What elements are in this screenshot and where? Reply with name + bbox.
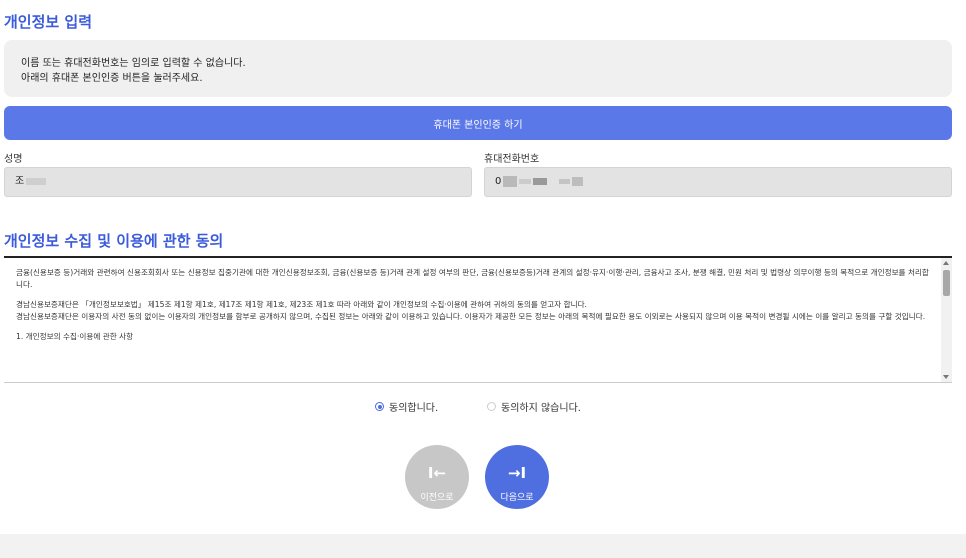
terms-scroll-box[interactable]: 금융(신용보증 등)거래와 관련하여 신용조회회사 또는 신용정보 집중기관에 … (4, 256, 952, 383)
scroll-up-arrow-icon[interactable] (943, 261, 949, 265)
name-field[interactable]: 조 (4, 167, 472, 197)
scrollbar-thumb[interactable] (943, 270, 950, 296)
arrow-right-bar-icon: →I (507, 463, 527, 482)
agree-radio-option[interactable]: 동의합니다. (375, 399, 438, 414)
notice-line-1: 이름 또는 휴대전화번호는 임의로 입력할 수 없습니다. (21, 58, 246, 69)
phone-verification-button[interactable]: 휴대폰 본인인증 하기 (4, 106, 952, 140)
name-value: 조 (15, 176, 25, 187)
redacted-phone-mask-2 (519, 178, 532, 184)
name-label: 성명 (4, 154, 23, 165)
terms-paragraph-2: 경남신용보증재단은 「개인정보보호법」 제15조 제1항 제1호, 제17조 제… (16, 299, 934, 322)
next-button[interactable]: →I 다음으로 (485, 445, 549, 509)
redacted-name-mask (26, 177, 47, 185)
disagree-radio-label: 동의하지 않습니다. (501, 403, 581, 414)
previous-button[interactable]: I← 이전으로 (405, 445, 469, 509)
identity-notice: 이름 또는 휴대전화번호는 임의로 입력할 수 없습니다. 아래의 휴대폰 본인… (4, 40, 952, 97)
redacted-phone-mask-1 (503, 175, 518, 187)
agree-radio-button[interactable] (375, 402, 384, 411)
terms-paragraph-2-line-1: 경남신용보증재단은 「개인정보보호법」 제15조 제1항 제1호, 제17조 제… (16, 300, 587, 309)
personal-info-title: 개인정보 입력 (4, 13, 93, 31)
footer-band (0, 534, 966, 558)
notice-line-2: 아래의 휴대폰 본인인증 버튼을 눌러주세요. (21, 73, 203, 84)
terms-content: 금융(신용보증 등)거래와 관련하여 신용조회회사 또는 신용정보 집중기관에 … (16, 267, 934, 352)
next-button-label: 다음으로 (500, 492, 534, 503)
consent-title: 개인정보 수집 및 이용에 관한 동의 (4, 232, 224, 250)
arrow-left-bar-icon: I← (427, 463, 447, 482)
phone-value: 0 (495, 176, 502, 187)
redacted-phone-mask-5 (572, 176, 584, 186)
redacted-phone-mask-4 (559, 178, 571, 184)
terms-paragraph-2-line-2: 경남신용보증재단은 이용자의 사전 동의 없이는 이용자의 개인정보를 함부로 … (16, 311, 926, 321)
disagree-radio-button[interactable] (487, 402, 496, 411)
redacted-phone-mask-3 (533, 177, 548, 185)
terms-paragraph-3: 1. 개인정보의 수집·이용에 관한 사항 (16, 332, 134, 341)
previous-button-label: 이전으로 (420, 492, 454, 503)
agree-radio-label: 동의합니다. (389, 403, 439, 414)
terms-paragraph-1: 금융(신용보증 등)거래와 관련하여 신용조회회사 또는 신용정보 집중기관에 … (16, 268, 929, 289)
terms-scrollbar[interactable] (941, 258, 952, 382)
phone-label: 휴대전화번호 (484, 154, 540, 165)
scroll-down-arrow-icon[interactable] (943, 375, 949, 379)
phone-field[interactable]: 0 (484, 167, 952, 197)
disagree-radio-option[interactable]: 동의하지 않습니다. (487, 399, 581, 414)
